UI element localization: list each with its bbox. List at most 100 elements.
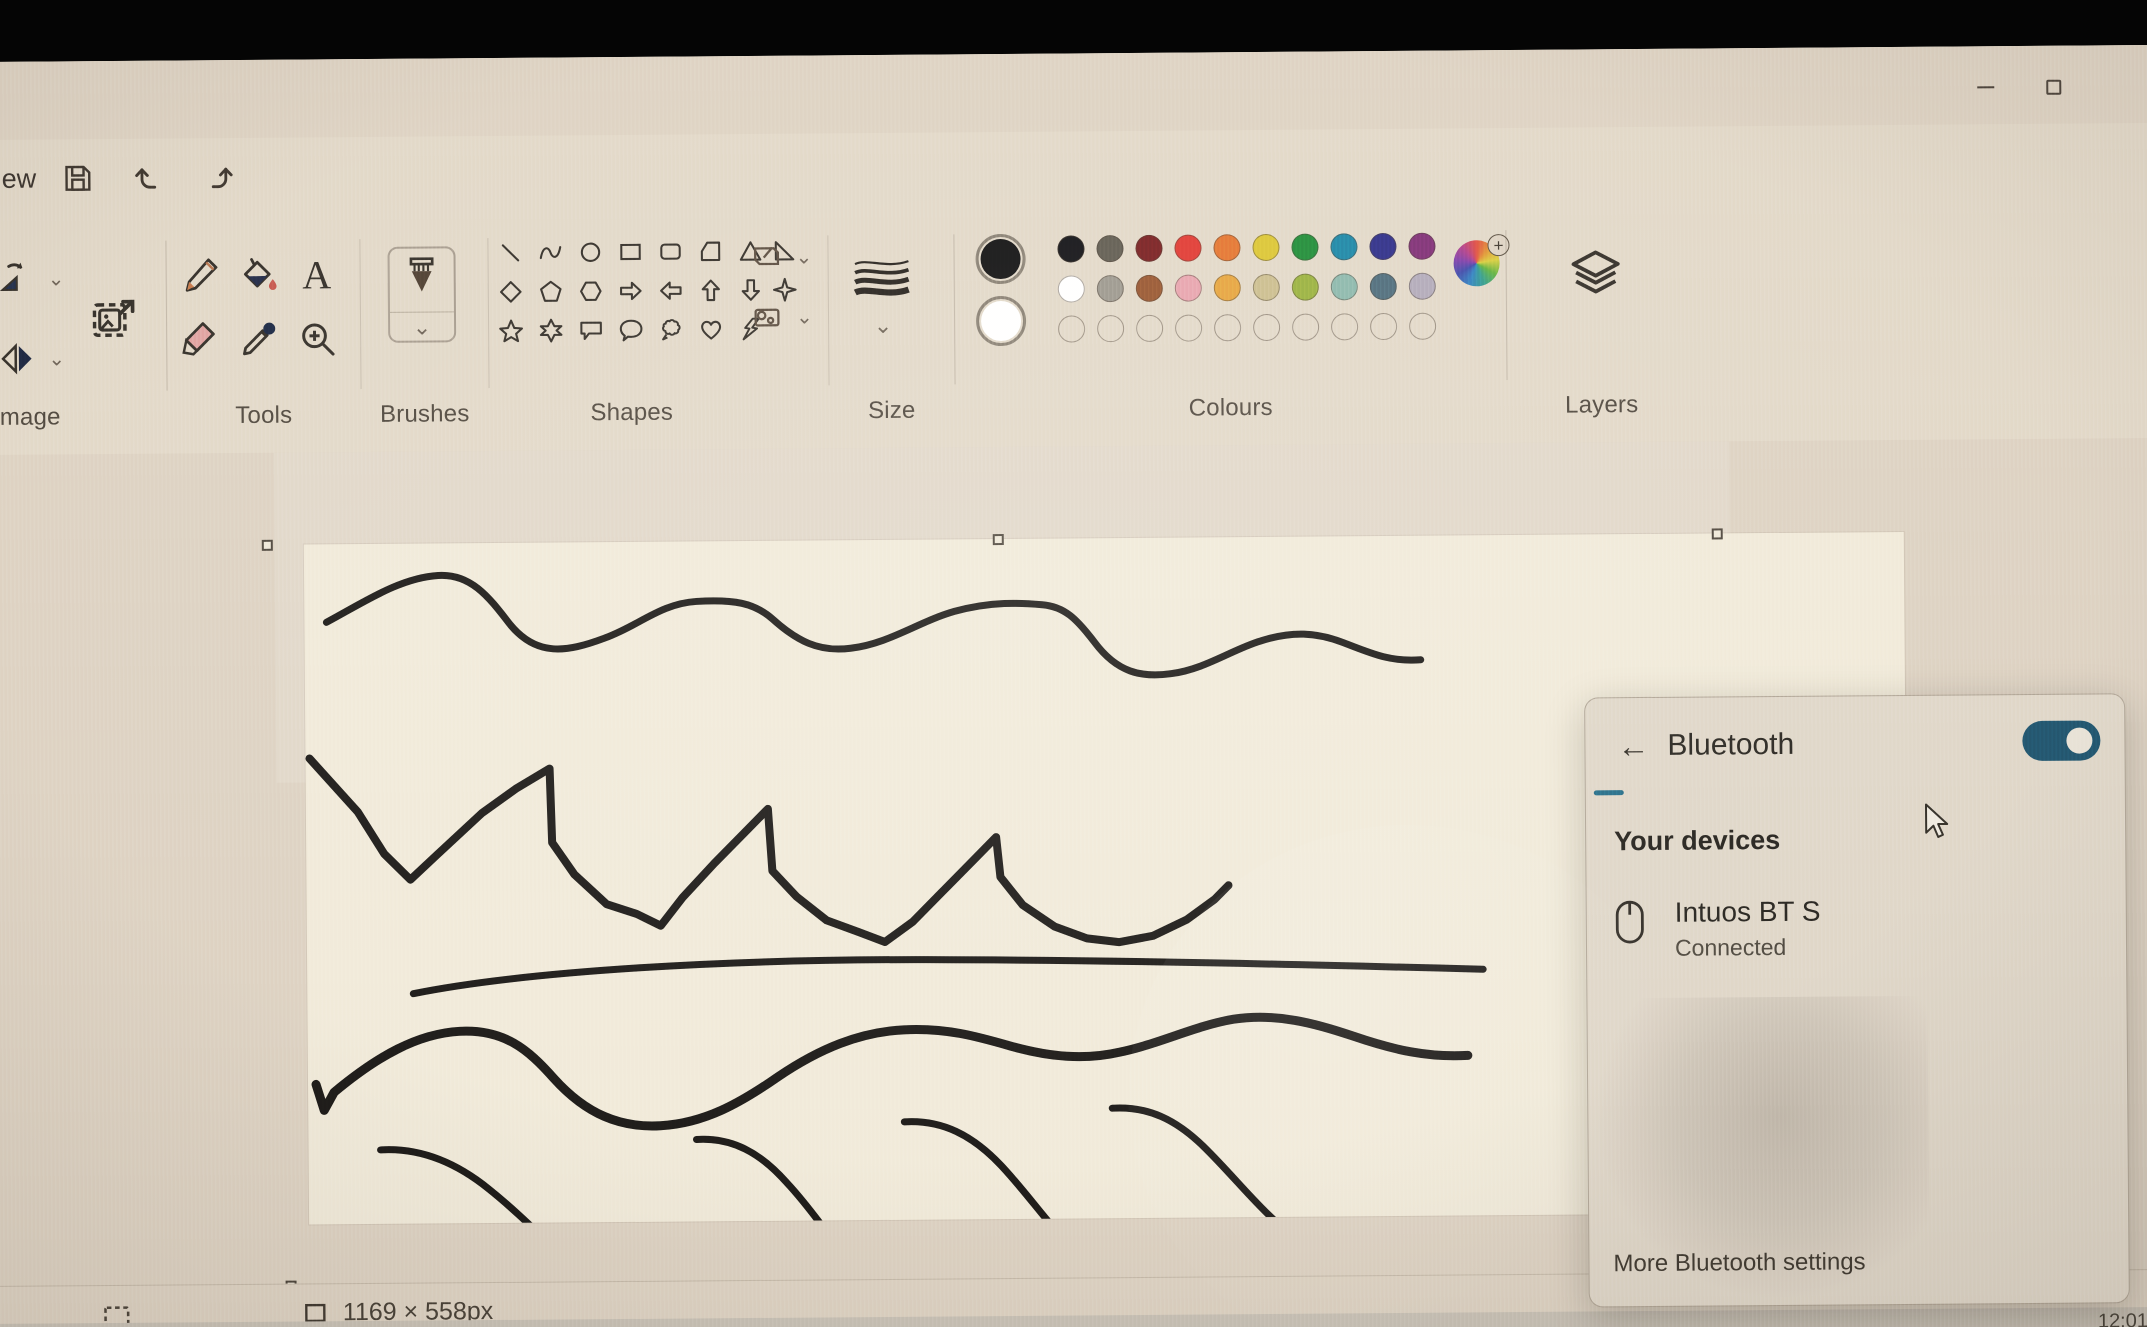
brushes-button[interactable]: ⌄ [387,246,457,343]
palette-row-1-swatch-8[interactable] [1324,227,1363,265]
rounded-rectangle-icon [659,243,681,260]
right-arrow-icon [619,281,642,300]
bluetooth-toggle[interactable] [2022,720,2101,762]
palette-row-1-swatch-3[interactable] [1129,229,1168,267]
palette-row-3-swatch-2[interactable] [1091,309,1130,347]
bluetooth-device-row[interactable]: Intuos BT S Connected [1613,896,1821,963]
chevron-down-icon[interactable]: ⌄ [874,313,893,339]
flip-button[interactable]: ⌄ [0,339,65,378]
undo-icon [135,168,157,189]
palette-row-2-swatch-1[interactable] [1052,269,1091,307]
palette-row-2-swatch-10[interactable] [1403,267,1442,305]
secondary-color-swatch[interactable] [975,295,1027,347]
selection-handle-top-left[interactable] [261,539,273,551]
palette-row-1-swatch-2[interactable] [1090,229,1129,267]
color-swatch [1330,232,1358,260]
palette-row-2-swatch-3[interactable] [1130,269,1169,307]
palette-row-1-swatch-4[interactable] [1168,228,1207,266]
shape-oval-callout[interactable] [612,311,649,348]
palette-row-2-swatch-4[interactable] [1169,268,1208,306]
palette-row-3-swatch-10[interactable] [1403,307,1442,345]
shape-oval[interactable] [571,233,608,270]
pencil-tool[interactable] [171,246,229,304]
chevron-down-icon[interactable]: ⌄ [48,346,65,371]
minimize-button[interactable] [1962,70,2008,104]
palette-row-1-swatch-9[interactable] [1363,227,1402,265]
shape-six-point-star[interactable] [532,311,569,348]
palette-row-3-swatch-4[interactable] [1169,308,1208,346]
palette-row-1-swatch-6[interactable] [1246,228,1285,266]
shape-five-point-star[interactable] [492,312,529,349]
selection-handle-top-center[interactable] [992,534,1004,546]
text-a-icon: A [302,251,332,298]
shape-heart[interactable] [692,310,729,347]
layers-button[interactable] [1567,245,1623,306]
undo-button[interactable] [119,150,181,204]
chevron-down-icon[interactable]: ⌄ [796,304,813,329]
maximize-button[interactable] [2030,70,2076,104]
palette-row-3-swatch-3[interactable] [1130,309,1169,347]
shape-right-arrow[interactable] [612,272,649,309]
redo-button[interactable] [187,150,249,204]
shape-hexagon[interactable] [572,272,609,309]
palette-row-2-swatch-6[interactable] [1247,268,1286,306]
shape-pentagon[interactable] [532,272,569,309]
size-button[interactable]: ⌄ [852,251,915,339]
palette-row-3-swatch-8[interactable] [1325,307,1364,345]
shape-line[interactable] [491,234,528,271]
chevron-down-icon[interactable]: ⌄ [413,315,432,341]
rectangle-icon [619,243,641,260]
save-button[interactable] [47,151,109,205]
shape-cloud-callout[interactable] [652,310,689,347]
palette-row-3-swatch-6[interactable] [1247,308,1286,346]
palette-row-1-swatch-10[interactable] [1402,227,1441,265]
palette-row-3-swatch-7[interactable] [1286,307,1325,345]
taskbar-clock[interactable]: 12:01 [2098,1310,2147,1327]
rotate-button[interactable]: ⌄ [0,259,65,298]
chevron-down-icon[interactable]: ⌄ [48,266,65,291]
fill-tool[interactable] [229,246,287,304]
back-arrow-icon[interactable]: ← [1613,726,1653,766]
palette-row-1-swatch-5[interactable] [1207,228,1246,266]
palette-row-2-swatch-8[interactable] [1325,267,1364,305]
maximize-icon [2045,79,2061,95]
palette-row-1-swatch-7[interactable] [1285,227,1324,265]
eraser-tool[interactable] [172,310,230,368]
selection-accent-bar [1593,790,1624,796]
mouse-icon [1615,900,1644,944]
palette-row-2-swatch-5[interactable] [1208,268,1247,306]
shape-fill-button[interactable]: ⌄ [750,300,813,334]
palette-row-2-swatch-9[interactable] [1364,267,1403,305]
palette-row-3-swatch-1[interactable] [1052,309,1091,347]
crop-resize-icon [92,299,135,338]
shape-rectangle[interactable] [611,233,648,270]
palette-row-1-swatch-1[interactable] [1051,229,1090,267]
ribbon-group-label: Shapes [590,398,674,427]
shape-rectangular-callout[interactable] [572,311,609,348]
color-swatch [1135,274,1163,302]
color-palette [1051,227,1442,348]
palette-row-2-swatch-2[interactable] [1091,269,1130,307]
more-bluetooth-settings-link[interactable]: More Bluetooth settings [1613,1248,1865,1278]
magnifier-tool[interactable] [288,309,346,367]
toggle-knob [2066,727,2093,754]
color-swatch [1291,233,1319,261]
shape-diamond[interactable] [492,273,529,310]
chevron-down-icon[interactable]: ⌄ [795,244,812,269]
shape-curve[interactable] [531,233,568,270]
picker-tool[interactable] [230,310,288,368]
stroke-dash-3 [900,1118,1071,1225]
shape-outline-button[interactable]: ⌄ [749,240,812,274]
selection-handle-top-right[interactable] [1711,528,1723,540]
shape-up-arrow[interactable] [692,271,729,308]
palette-row-3-swatch-5[interactable] [1208,308,1247,346]
shape-polygon[interactable] [691,232,728,269]
primary-color-swatch[interactable] [975,233,1026,285]
text-tool[interactable]: A [287,245,345,303]
shape-rounded-rectangle[interactable] [651,232,688,269]
crop-resize-button[interactable] [88,294,140,346]
shape-left-arrow[interactable] [652,271,689,308]
palette-row-3-swatch-9[interactable] [1364,307,1403,345]
palette-row-2-swatch-7[interactable] [1286,267,1325,305]
edit-colors-button[interactable]: + [1453,234,1510,292]
